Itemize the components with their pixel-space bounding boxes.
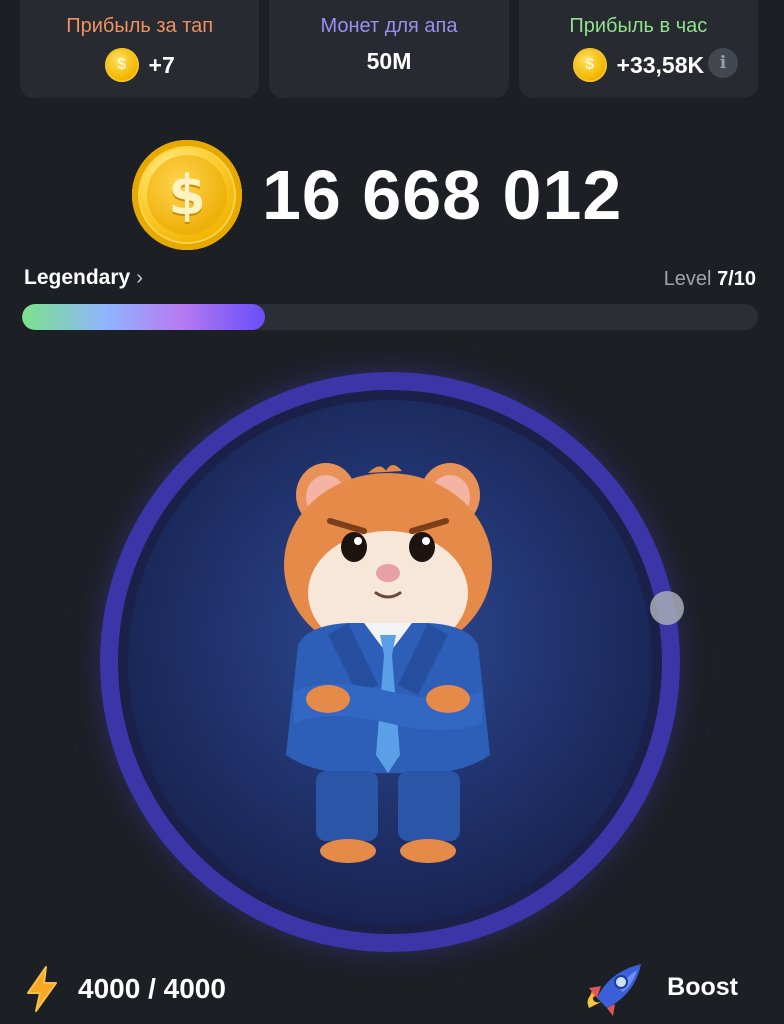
level-prefix: Level: [663, 268, 712, 290]
info-glyph: i: [719, 53, 727, 73]
lightning-icon: [27, 966, 57, 1012]
profit-per-hour-value: +33,58K: [616, 51, 705, 78]
coin-glyph: $: [168, 163, 206, 227]
boost-label: Boost: [667, 972, 738, 1001]
profit-per-hour-label: Прибыль в час: [569, 15, 708, 37]
coin-icon: $: [132, 140, 242, 250]
energy-value: 4000 / 4000: [78, 973, 226, 1004]
coin-face: $: [147, 155, 227, 235]
hamster-ceo-image: [284, 463, 492, 863]
level-progress-fill: [22, 304, 265, 330]
boost-button[interactable]: Boost: [579, 958, 738, 1016]
league-name: Legendary: [24, 266, 131, 289]
coin-glyph: $: [117, 56, 126, 73]
level-progress-bar: [22, 304, 758, 330]
coin-icon: $: [572, 48, 607, 82]
profit-per-hour-row: $ +33,58K: [572, 48, 705, 82]
clicker-screen: Прибыль за тап $ +7 Монет для апа 50M Пр…: [0, 0, 784, 1024]
profit-per-tap-label: Прибыль за тап: [66, 15, 214, 37]
energy-indicator: 4000 / 4000: [22, 965, 226, 1013]
profit-per-hour-card: Прибыль в час $ +33,58K i: [518, 0, 758, 98]
coins-to-level-up-row: 50M: [367, 48, 412, 75]
stats-bar: Прибыль за тап $ +7 Монет для апа 50M Пр…: [20, 0, 758, 98]
coin-balance: $ 16 668 012: [132, 136, 622, 254]
balance-value: 16 668 012: [262, 156, 623, 234]
coin-glyph: $: [585, 56, 594, 73]
ring-knob: [650, 591, 684, 625]
level-value: 7/10: [717, 268, 756, 290]
profit-per-tap-card: Прибыль за тап $ +7: [20, 0, 260, 98]
rocket-icon: [587, 964, 642, 1016]
coins-to-level-up-label: Монет для апа: [320, 15, 458, 37]
coin-icon: $: [104, 48, 139, 82]
profit-per-tap-row: $ +7: [104, 48, 175, 82]
coins-to-level-up-value: 50M: [366, 48, 412, 74]
info-icon[interactable]: i: [707, 48, 738, 78]
level-indicator: Level 7/10: [664, 268, 756, 291]
chevron-right-icon: ›: [136, 266, 143, 289]
league-link[interactable]: Legendary ›: [24, 266, 143, 290]
profit-per-tap-value: +7: [148, 51, 175, 78]
coins-to-level-up-card: Монет для апа 50M: [269, 0, 509, 98]
